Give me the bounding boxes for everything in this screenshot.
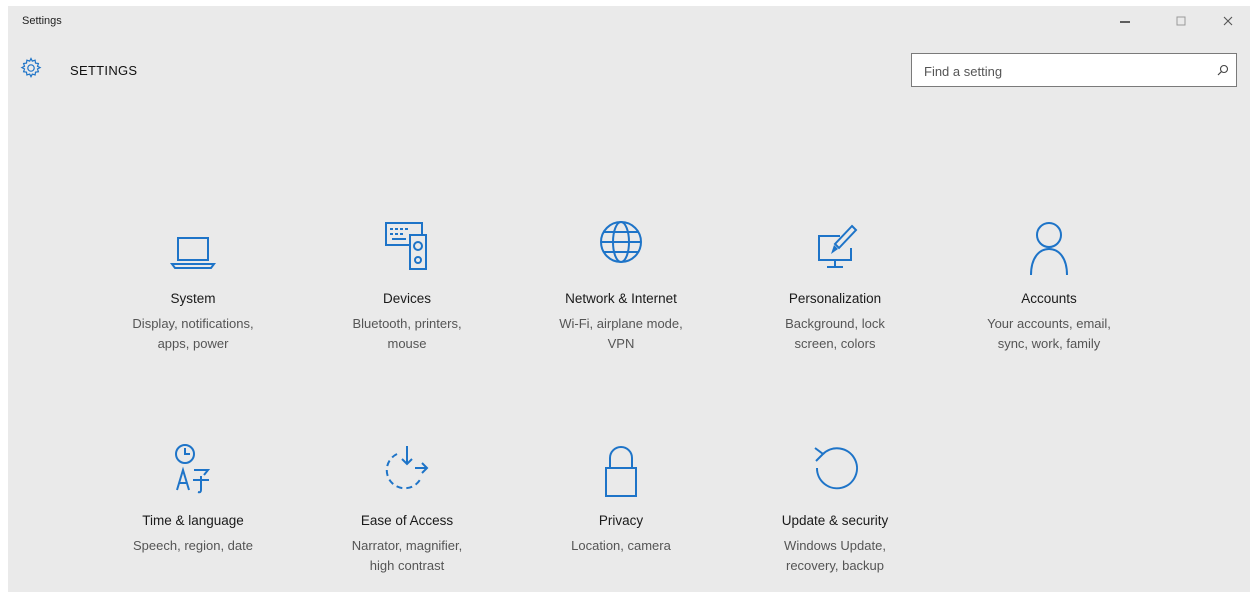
search-input[interactable] [922, 61, 1206, 81]
laptop-icon [170, 237, 216, 269]
search-box[interactable] [911, 53, 1237, 87]
category-name: Devices [382, 291, 431, 306]
category-privacy[interactable]: Privacy Location, camera [531, 442, 711, 592]
category-description: Bluetooth, printers, mouse [317, 314, 497, 354]
category-name: Update & security [781, 513, 889, 528]
category-network-internet[interactable]: Network & Internet Wi-Fi, airplane mode,… [531, 220, 711, 370]
gear-icon [20, 57, 42, 79]
category-description-line: apps, power [157, 336, 229, 351]
app-title: Settings [22, 15, 62, 27]
category-accounts[interactable]: Accounts Your accounts, email, sync, wor… [959, 220, 1139, 370]
category-name: System [170, 291, 216, 306]
settings-window: Settings SETTINGS System [8, 6, 1250, 592]
category-description-line: high contrast [369, 558, 445, 573]
category-update-security[interactable]: Update & security Windows Update, recove… [745, 442, 925, 592]
category-description: Speech, region, date [103, 536, 283, 556]
category-name: Privacy [598, 513, 644, 528]
category-name: Ease of Access [360, 513, 454, 528]
category-description-line: screen, colors [794, 336, 876, 351]
person-icon [1030, 222, 1068, 276]
category-description-line: Your accounts, email, [987, 316, 1111, 331]
category-description-line: Bluetooth, printers, [352, 316, 462, 331]
search-icon[interactable] [1216, 63, 1230, 77]
close-icon [1223, 16, 1233, 26]
globe-icon [600, 221, 642, 263]
category-description: Location, camera [531, 536, 711, 556]
category-description-line: VPN [607, 336, 635, 351]
category-description: Background, lock screen, colors [745, 314, 925, 354]
paint-icon [818, 224, 858, 268]
lock-icon [605, 446, 637, 497]
category-description-line: Wi-Fi, airplane mode, [559, 316, 683, 331]
category-personalization[interactable]: Personalization Background, lock screen,… [745, 220, 925, 370]
category-name: Time & language [142, 513, 244, 528]
minimize-button[interactable] [1103, 9, 1147, 33]
category-description-line: Speech, region, date [133, 538, 253, 553]
minimize-icon [1120, 21, 1130, 23]
maximize-icon [1176, 16, 1186, 26]
category-description-line: Location, camera [571, 538, 671, 553]
category-description-line: Narrator, magnifier, [351, 538, 463, 553]
category-ease-of-access[interactable]: Ease of Access Narrator, magnifier, high… [317, 442, 497, 592]
category-description: Display, notifications, apps, power [103, 314, 283, 354]
category-description: Wi-Fi, airplane mode, VPN [531, 314, 711, 354]
category-system[interactable]: System Display, notifications, apps, pow… [103, 220, 283, 370]
category-description-line: mouse [387, 336, 427, 351]
category-description-line: recovery, backup [785, 558, 885, 573]
category-description-line: sync, work, family [997, 336, 1101, 351]
title-bar[interactable]: Settings [8, 6, 1250, 34]
devices-icon [385, 222, 427, 270]
maximize-button[interactable] [1159, 9, 1203, 33]
category-description: Your accounts, email, sync, work, family [959, 314, 1139, 354]
category-description-line: Display, notifications, [132, 316, 254, 331]
category-description: Windows Update, recovery, backup [745, 536, 925, 576]
page-title: SETTINGS [70, 63, 138, 78]
category-name: Personalization [788, 291, 882, 306]
category-devices[interactable]: Devices Bluetooth, printers, mouse [317, 220, 497, 370]
category-description: Narrator, magnifier, high contrast [317, 536, 497, 576]
ease-of-access-icon [385, 446, 429, 490]
close-button[interactable] [1206, 9, 1250, 33]
category-time-language[interactable]: Time & language Speech, region, date [103, 442, 283, 592]
category-name: Network & Internet [565, 291, 677, 306]
category-name: Accounts [1021, 291, 1077, 306]
category-description-line: Windows Update, [784, 538, 886, 553]
update-icon [814, 447, 858, 490]
category-description-line: Background, lock [785, 316, 885, 331]
time-language-icon [175, 444, 211, 494]
